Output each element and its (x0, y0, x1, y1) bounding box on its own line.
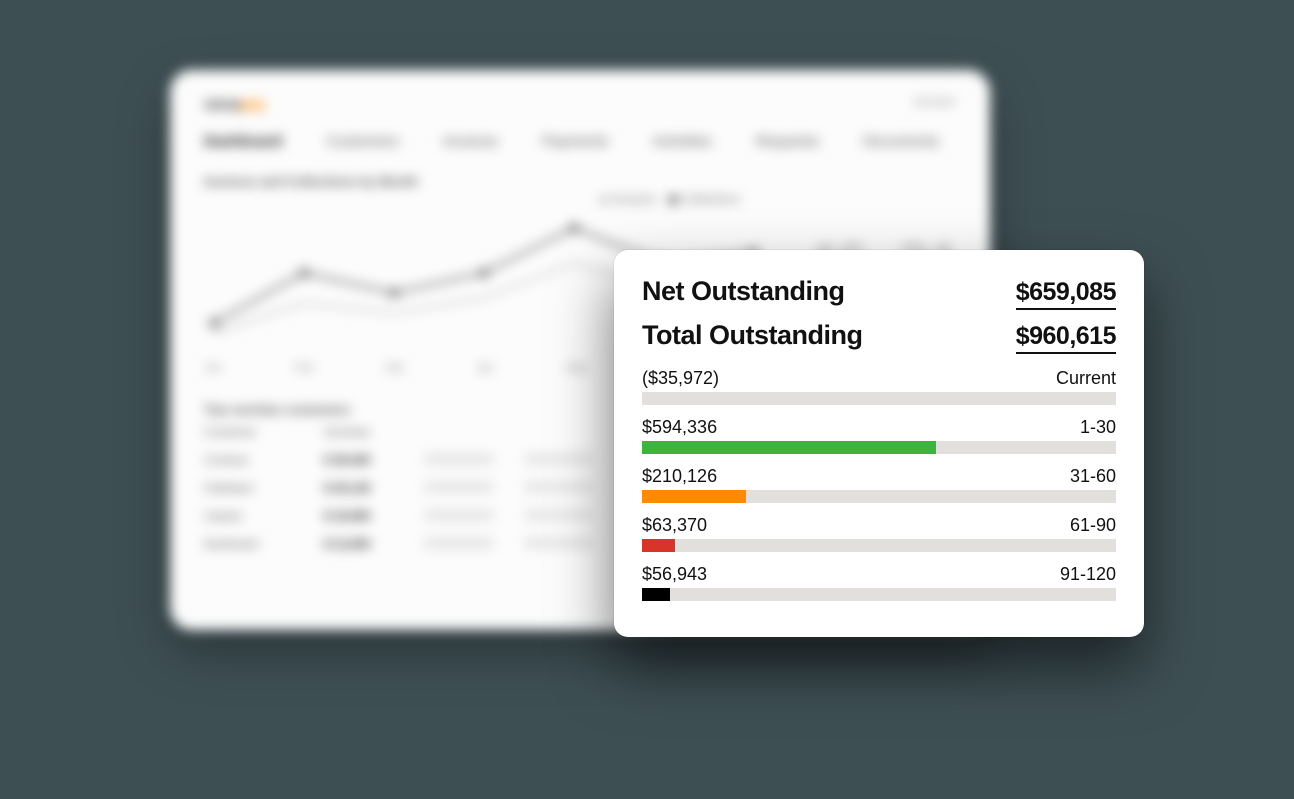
outstanding-summary-card: Net Outstanding $659,085 Total Outstandi… (614, 250, 1144, 637)
aging-bucket-label: 61-90 (1070, 515, 1116, 536)
total-outstanding-row: Total Outstanding $960,615 (642, 320, 1116, 354)
aging-amount: $594,336 (642, 417, 717, 438)
aging-bucket-item[interactable]: $56,943 91-120 (642, 564, 1116, 601)
aging-bar-fill (642, 588, 670, 601)
logo-text: versa (204, 96, 241, 113)
nav-activities[interactable]: Activities (653, 133, 712, 150)
aging-bucket-item[interactable]: $210,126 31-60 (642, 466, 1116, 503)
aging-bucket-item[interactable]: $63,370 61-90 (642, 515, 1116, 552)
aging-bucket-label: 91-120 (1060, 564, 1116, 585)
nav-invoices[interactable]: Invoices (443, 133, 498, 150)
nav-documents[interactable]: Documents (863, 133, 939, 150)
aging-bar-track (642, 392, 1116, 405)
account-menu[interactable]: Account (914, 96, 954, 108)
chart-legend: Invoices Collections (600, 192, 740, 206)
legend-dot-b (669, 196, 677, 204)
aging-bar-track (642, 441, 1116, 454)
nav-payments[interactable]: Payments (542, 133, 609, 150)
net-outstanding-value[interactable]: $659,085 (1016, 278, 1116, 310)
aging-bar-fill (642, 441, 936, 454)
aging-amount: $210,126 (642, 466, 717, 487)
legend-dot-a (600, 196, 608, 204)
aging-bucket-label: 1-30 (1080, 417, 1116, 438)
nav-customers[interactable]: Customers (326, 133, 399, 150)
chart-title: Invoices and Collections by Month (204, 174, 956, 189)
aging-bar-track (642, 588, 1116, 601)
main-nav: Dashboard Customers Invoices Payments Ac… (204, 133, 956, 150)
aging-bar-fill (642, 490, 746, 503)
aging-amount: $63,370 (642, 515, 707, 536)
net-outstanding-label: Net Outstanding (642, 276, 845, 307)
total-outstanding-value[interactable]: $960,615 (1016, 322, 1116, 354)
total-outstanding-label: Total Outstanding (642, 320, 862, 351)
nav-dashboard[interactable]: Dashboard (204, 133, 282, 150)
aging-bucket-item[interactable]: $594,336 1-30 (642, 417, 1116, 454)
aging-bar-track (642, 539, 1116, 552)
aging-bucket-list: ($35,972) Current $594,336 1-30 $210,126 31-6… (642, 368, 1116, 601)
aging-bucket-item[interactable]: ($35,972) Current (642, 368, 1116, 405)
aging-amount: $56,943 (642, 564, 707, 585)
aging-bucket-label: 31-60 (1070, 466, 1116, 487)
aging-bar-fill (642, 539, 675, 552)
app-logo: versapay (204, 96, 956, 113)
aging-amount: ($35,972) (642, 368, 719, 389)
net-outstanding-row: Net Outstanding $659,085 (642, 276, 1116, 310)
logo-accent: pay (241, 96, 265, 113)
nav-requests[interactable]: Requests (756, 133, 819, 150)
aging-bucket-label: Current (1056, 368, 1116, 389)
aging-bar-track (642, 490, 1116, 503)
